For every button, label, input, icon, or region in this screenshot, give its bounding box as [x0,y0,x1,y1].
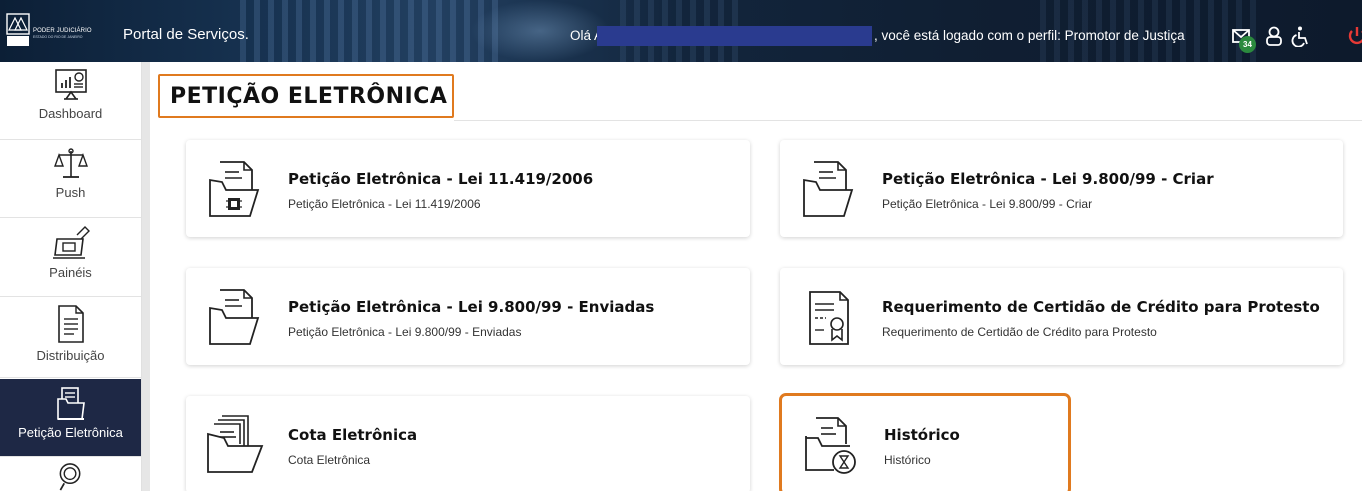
sidebar-item-label: Dashboard [38,106,103,121]
sidebar-gutter [142,62,150,491]
dashboard-icon [54,69,87,100]
card-peticao-9800-enviadas[interactable]: Petição Eletrônica - Lei 9.800/99 - Envi… [186,268,750,365]
sidebar-item-label: Push [55,185,86,200]
card-title: Requerimento de Certidão de Crédito para… [882,298,1320,316]
panel-icon [52,226,90,259]
org-name: PODER JUDICIÁRIO [33,28,92,34]
card-peticao-11419[interactable]: Petição Eletrônica - Lei 11.419/2006 Pet… [186,140,750,237]
folder-history-icon [805,417,856,474]
folder-document-icon [803,161,854,217]
document-icon [57,305,84,343]
mail-badge: 34 [1239,36,1256,53]
scales-icon [53,148,88,178]
card-description: Cota Eletrônica [288,453,371,467]
card-description: Petição Eletrônica - Lei 9.800/99 - Cria… [882,197,1093,211]
folder-document-icon [56,387,85,420]
sidebar-item-distribuicao[interactable]: Distribuição [0,298,141,378]
redacted-username [597,26,872,46]
org-state: ESTADO DO RIO DE JANEIRO [33,35,83,39]
card-description: Petição Eletrônica - Lei 11.419/2006 [288,197,481,211]
brand[interactable]: PODER JUDICIÁRIO ESTADO DO RIO DE JANEIR… [6,12,92,48]
title-divider [454,120,1362,121]
sidebar-item-label: Painéis [49,265,92,280]
sidebar-item-search[interactable] [0,458,141,491]
card-description: Petição Eletrônica - Lei 9.800/99 - Envi… [288,325,522,339]
card-peticao-9800-criar[interactable]: Petição Eletrônica - Lei 9.800/99 - Cria… [780,140,1343,237]
header-pattern [240,0,500,62]
card-title: Cota Eletrônica [288,426,418,444]
brand-text: PODER JUDICIÁRIO ESTADO DO RIO DE JANEIR… [33,28,92,40]
sidebar-item-dashboard[interactable]: Dashboard [0,62,141,140]
card-title: Petição Eletrônica - Lei 11.419/2006 [288,170,594,188]
top-header: PODER JUDICIÁRIO ESTADO DO RIO DE JANEIR… [0,0,1362,62]
accessibility-icon[interactable] [1290,25,1312,48]
card-cota-eletronica[interactable]: Cota Eletrônica Cota Eletrônica [186,396,750,491]
portal-title[interactable]: Portal de Serviços. [123,26,249,43]
user-icon[interactable] [1263,25,1285,47]
sidebar: Dashboard Push Painéis Distribuição Peti… [0,62,142,491]
card-title: Petição Eletrônica - Lei 9.800/99 - Envi… [288,298,655,316]
card-title: Petição Eletrônica - Lei 9.800/99 - Cria… [882,170,1214,188]
card-requerimento-certidao[interactable]: Requerimento de Certidão de Crédito para… [780,268,1343,365]
page-title: PETIÇÃO ELETRÔNICA [170,83,448,109]
sidebar-item-label: Petição Eletrônica [18,425,123,440]
page-title-box: PETIÇÃO ELETRÔNICA [158,74,454,118]
sidebar-item-push[interactable]: Push [0,141,141,218]
card-description: Histórico [884,453,931,467]
card-description: Requerimento de Certidão de Crédito para… [882,325,1157,339]
sidebar-item-label: Distribuição [36,348,105,363]
sidebar-item-paineis[interactable]: Painéis [0,219,141,297]
folder-chip-icon [209,161,260,217]
profile-text: , você está logado com o perfil: Promoto… [874,28,1185,43]
certificate-icon [809,291,849,345]
card-historico[interactable]: Histórico Histórico [779,393,1071,491]
folder-stack-icon [207,415,264,473]
power-icon[interactable] [1348,25,1362,47]
card-title: Histórico [884,426,960,444]
sidebar-item-peticao-eletronica[interactable]: Petição Eletrônica [0,379,141,457]
pjerj-logo [6,12,30,48]
folder-document-icon [209,289,260,345]
search-icon [59,463,80,491]
